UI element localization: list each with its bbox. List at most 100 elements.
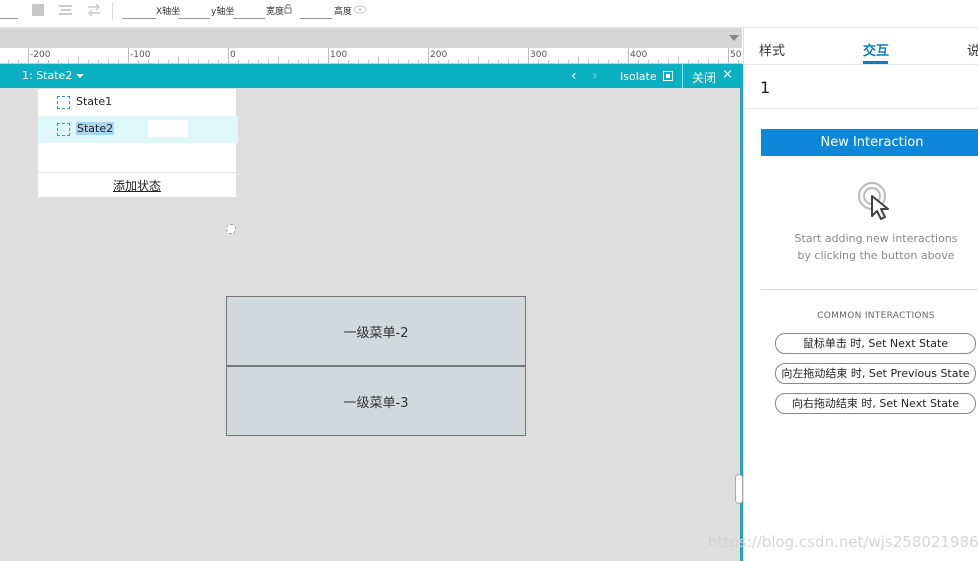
- element-name[interactable]: 1: [760, 78, 770, 97]
- ruler-tick: [558, 60, 559, 63]
- ruler-tick: [388, 60, 389, 63]
- align-icon[interactable]: [58, 4, 72, 16]
- common-interaction-swipe-right[interactable]: 向右拖动结束 时, Set Next State: [775, 393, 976, 414]
- ruler-tick: [138, 60, 139, 63]
- x-field-underline: [122, 18, 156, 19]
- common-interaction-click[interactable]: 鼠标单击 时, Set Next State: [775, 333, 976, 354]
- width-label: 宽度: [266, 7, 285, 17]
- hint-text-line1: Start adding new interactions: [794, 232, 958, 245]
- ruler-tick: [428, 48, 429, 63]
- ruler-tick: [28, 48, 29, 63]
- ruler-tick: [568, 60, 569, 63]
- chevron-down-icon[interactable]: [729, 35, 739, 41]
- states-dropdown: State1 State2 添加状态: [37, 88, 238, 198]
- ruler-tick: [528, 48, 529, 63]
- ruler-tick: [488, 60, 489, 63]
- height-field-underline[interactable]: [300, 18, 332, 19]
- ruler-tick: [738, 60, 739, 63]
- ruler-tick: [298, 60, 299, 63]
- isolate-button[interactable]: Isolate: [620, 70, 657, 83]
- isolate-icon[interactable]: [663, 71, 673, 81]
- lock-icon[interactable]: [284, 4, 298, 16]
- ruler-tick-label: 200: [430, 50, 448, 60]
- current-state-label: 1: State2: [22, 69, 73, 82]
- ruler-tick: [128, 48, 129, 63]
- previous-state-icon[interactable]: ‹: [571, 68, 577, 84]
- ruler-tick: [668, 60, 669, 63]
- ruler-tick: [648, 60, 649, 63]
- ruler-tick: [348, 60, 349, 63]
- ruler-tick: [38, 60, 39, 63]
- pointer-click-icon: [858, 182, 889, 220]
- ruler-tick: [728, 48, 729, 63]
- ruler-tick: [248, 60, 249, 63]
- name-divider: [744, 108, 978, 109]
- close-button[interactable]: 关闭: [692, 69, 716, 86]
- state-row-state2[interactable]: State2: [38, 116, 238, 143]
- state-row-state1[interactable]: State1: [38, 89, 238, 116]
- next-state-icon[interactable]: ›: [592, 68, 598, 84]
- fill-icon[interactable]: [32, 4, 44, 16]
- menu-item-3[interactable]: 一级菜单-3: [226, 366, 526, 436]
- state-name-edit-field[interactable]: [148, 120, 188, 137]
- ruler-tick: [678, 57, 679, 63]
- ruler-tick: [328, 48, 329, 63]
- ruler-tick: [358, 60, 359, 63]
- ruler-tick: [368, 60, 369, 63]
- ruler-tick: [598, 60, 599, 63]
- ruler-tick: [78, 57, 79, 63]
- ruler-tick: [178, 57, 179, 63]
- tabs-divider: [744, 64, 978, 65]
- common-interaction-swipe-left[interactable]: 向左拖动结束 时, Set Previous State: [775, 363, 976, 384]
- ruler-tick: [638, 60, 639, 63]
- tab-notes[interactable]: 说: [967, 40, 978, 59]
- top-toolbar: X轴坐 y轴坐 宽度 高度: [0, 0, 978, 28]
- tab-style[interactable]: 样式: [759, 40, 785, 59]
- y-field-underline[interactable]: [178, 18, 210, 19]
- add-state-link[interactable]: 添加状态: [38, 177, 236, 194]
- width-field-underline[interactable]: [233, 18, 265, 19]
- state-name-input[interactable]: State2: [76, 122, 115, 135]
- ruler-tick: [188, 60, 189, 63]
- ruler-tick: [158, 60, 159, 63]
- ruler-tick-label: 400: [630, 50, 648, 60]
- vertical-scrollbar-handle[interactable]: [735, 474, 743, 504]
- ruler-tick: [308, 60, 309, 63]
- ruler-tick: [578, 57, 579, 63]
- toolbar-field-underline: [0, 18, 18, 19]
- state-icon: [57, 96, 70, 109]
- eye-icon[interactable]: [353, 5, 367, 17]
- new-interaction-button[interactable]: New Interaction: [761, 129, 978, 156]
- right-inspector-panel: 样式 交互 说 1 New Interaction Start adding n…: [743, 28, 978, 561]
- ruler-tick: [88, 60, 89, 63]
- ruler-tick: [658, 60, 659, 63]
- ruler-tick: [608, 60, 609, 63]
- ruler-tick-label: 100: [330, 50, 348, 60]
- ruler-tick: [588, 60, 589, 63]
- ruler-tick: [68, 60, 69, 63]
- ruler-tick: [218, 60, 219, 63]
- menu-item-2[interactable]: 一级菜单-2: [226, 296, 526, 366]
- ruler-tick: [718, 60, 719, 63]
- tab-interactions[interactable]: 交互: [863, 40, 889, 59]
- ruler-tick: [548, 60, 549, 63]
- ruler-tick-label: 500: [730, 50, 742, 60]
- menu-item-label: 一级菜单-2: [343, 325, 409, 341]
- canvas-area[interactable]: -200 -100 0 100 200 300 400 500 1: State2 ‹ › I…: [0, 28, 743, 561]
- ruler-tick: [118, 60, 119, 63]
- ruler-tick: [238, 60, 239, 63]
- state-bar: 1: State2 ‹ › Isolate 关闭 ×: [0, 64, 742, 88]
- ruler-tick: [228, 48, 229, 63]
- ruler-tick: [258, 60, 259, 63]
- menu-item-label: 一级菜单-3: [343, 395, 409, 411]
- y-coordinate-label: y轴坐: [211, 7, 235, 17]
- toolbar-separator: [112, 2, 113, 20]
- swap-icon[interactable]: [86, 4, 100, 16]
- ruler-tick: [288, 60, 289, 63]
- ruler-tick: [418, 60, 419, 63]
- ruler-tick: [498, 60, 499, 63]
- ruler-tick: [108, 60, 109, 63]
- close-icon[interactable]: ×: [722, 67, 733, 82]
- current-state-selector[interactable]: 1: State2: [22, 69, 85, 82]
- ruler-tick: [708, 60, 709, 63]
